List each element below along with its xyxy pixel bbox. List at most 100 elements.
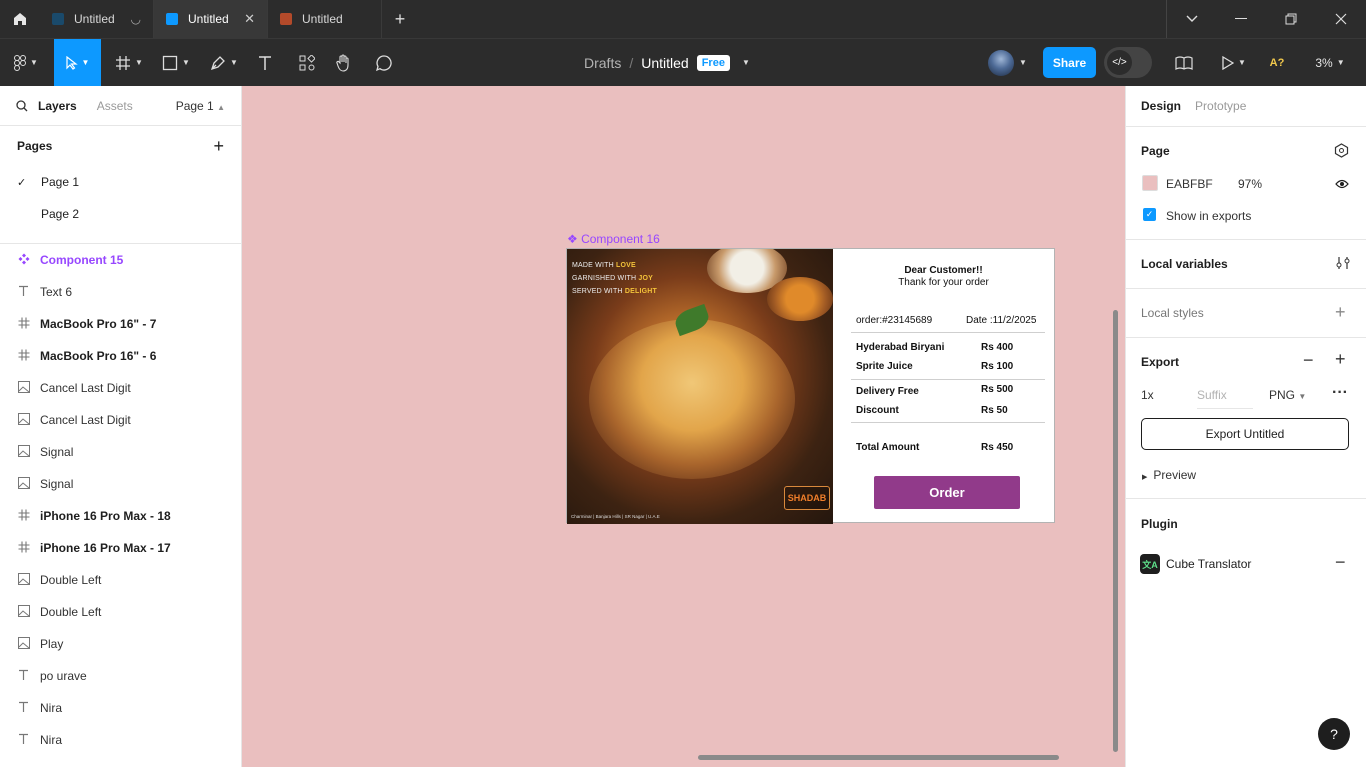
- add-page-icon[interactable]: +: [213, 136, 224, 157]
- more-options-icon[interactable]: ···: [1332, 384, 1348, 402]
- chevron-down-icon: ▼: [182, 58, 190, 67]
- export-heading: Export: [1141, 355, 1180, 369]
- layer-item[interactable]: Double Left: [0, 596, 241, 628]
- present-button[interactable]: ▼: [1218, 39, 1250, 86]
- canvas[interactable]: ❖ Component 16 MADE WITH LOVE GARNISHED …: [242, 86, 1125, 767]
- resources-icon: [299, 54, 315, 70]
- move-tool-button[interactable]: ▼: [54, 39, 101, 86]
- main-menu-button[interactable]: ▼: [8, 39, 44, 86]
- page-opacity[interactable]: 97%: [1238, 177, 1262, 191]
- sliders-icon[interactable]: [1336, 256, 1350, 273]
- zoom-level: 3%: [1315, 55, 1333, 70]
- plugin-name[interactable]: Cube Translator: [1166, 557, 1251, 571]
- page-selector[interactable]: Page 1 ▲: [176, 99, 225, 113]
- layer-item[interactable]: Text 6: [0, 276, 241, 308]
- file-name[interactable]: Untitled: [641, 55, 688, 71]
- layer-item[interactable]: iPhone 16 Pro Max - 18: [0, 500, 241, 532]
- add-style-icon[interactable]: +: [1335, 302, 1346, 323]
- search-icon[interactable]: [16, 99, 28, 112]
- cube-translator-icon: 文A: [1140, 554, 1160, 574]
- tab-assets[interactable]: Assets: [97, 99, 133, 113]
- layer-name: Signal: [40, 477, 74, 491]
- chevron-down-icon: ▼: [135, 58, 143, 67]
- page-item-label: Page 1: [41, 175, 80, 189]
- total-label: Total Amount: [856, 442, 920, 453]
- layer-item[interactable]: Double Left: [0, 564, 241, 596]
- file-tab-2[interactable]: Untitled ✕: [154, 0, 268, 38]
- layer-item[interactable]: Nira: [0, 692, 241, 724]
- pen-icon: [211, 55, 225, 70]
- restore-button[interactable]: [1266, 0, 1316, 38]
- receipt-component[interactable]: MADE WITH LOVE GARNISHED WITH JOY SERVED…: [566, 248, 1055, 524]
- tabs-dropdown-button[interactable]: [1166, 0, 1216, 38]
- tab-layers[interactable]: Layers: [38, 99, 77, 113]
- local-variables-heading[interactable]: Local variables: [1141, 257, 1228, 271]
- home-button[interactable]: [0, 0, 40, 38]
- page-item-label: Page 2: [41, 207, 80, 221]
- pages-header: Pages +: [0, 126, 241, 166]
- drafts-link[interactable]: Drafts: [584, 55, 621, 71]
- page-color-swatch[interactable]: [1142, 175, 1158, 191]
- vertical-scrollbar[interactable]: [1113, 310, 1118, 752]
- comment-tool-button[interactable]: [373, 39, 395, 86]
- page-item-1[interactable]: ✓ Page 1: [0, 166, 241, 198]
- page-item-2[interactable]: Page 2: [0, 198, 241, 230]
- export-suffix-input[interactable]: Suffix: [1197, 388, 1253, 409]
- horizontal-scrollbar[interactable]: [698, 755, 1059, 760]
- layer-item[interactable]: Cancel Last Digit: [0, 404, 241, 436]
- layer-item[interactable]: Play: [0, 628, 241, 660]
- file-tab-3[interactable]: Untitled: [268, 0, 382, 38]
- dev-mode-toggle[interactable]: </>: [1104, 47, 1152, 78]
- layer-item[interactable]: Cancel Last Digit: [0, 372, 241, 404]
- new-tab-button[interactable]: +: [382, 0, 418, 38]
- export-format-select[interactable]: PNG ▼: [1269, 388, 1306, 402]
- plan-badge[interactable]: Free: [696, 54, 730, 71]
- home-icon: [14, 13, 26, 25]
- layer-item[interactable]: Component 15: [0, 244, 241, 276]
- layer-item[interactable]: Signal: [0, 468, 241, 500]
- close-window-button[interactable]: [1316, 0, 1366, 38]
- help-button[interactable]: ?: [1318, 718, 1350, 750]
- tab-design[interactable]: Design: [1141, 99, 1181, 113]
- chevron-down-icon[interactable]: ▼: [742, 58, 750, 67]
- file-tab-1[interactable]: Untitled ◡: [40, 0, 154, 38]
- library-button[interactable]: [1172, 39, 1196, 86]
- avatar[interactable]: [988, 50, 1014, 76]
- preview-toggle[interactable]: ▶ Preview: [1142, 468, 1196, 482]
- chevron-down-icon[interactable]: ▼: [1019, 58, 1027, 67]
- resources-tool-button[interactable]: [296, 39, 318, 86]
- remove-plugin-icon[interactable]: −: [1335, 552, 1346, 573]
- image-icon: [18, 572, 40, 588]
- show-in-exports-checkbox[interactable]: ✓: [1143, 208, 1156, 221]
- item-2-price: Rs 100: [981, 361, 1014, 372]
- hand-tool-button[interactable]: [333, 39, 355, 86]
- layer-item[interactable]: iPhone 16 Pro Max - 17: [0, 532, 241, 564]
- minimize-button[interactable]: [1216, 0, 1266, 38]
- order-button[interactable]: Order: [874, 476, 1020, 509]
- hexagon-icon[interactable]: [1334, 143, 1349, 161]
- shape-tool-button[interactable]: ▼: [159, 39, 193, 86]
- layer-item[interactable]: Nira: [0, 724, 241, 756]
- layer-item[interactable]: Signal: [0, 436, 241, 468]
- close-tab-icon[interactable]: ✕: [244, 11, 255, 27]
- frame-tool-button[interactable]: ▼: [112, 39, 146, 86]
- component-label[interactable]: ❖ Component 16: [567, 232, 660, 246]
- eye-icon[interactable]: [1335, 176, 1349, 192]
- share-button[interactable]: Share: [1043, 47, 1096, 78]
- layer-item[interactable]: po urave: [0, 660, 241, 692]
- tab-prototype[interactable]: Prototype: [1195, 99, 1246, 113]
- remove-export-icon[interactable]: −: [1303, 350, 1314, 371]
- add-export-icon[interactable]: +: [1335, 349, 1346, 370]
- zoom-menu[interactable]: 3% ▼: [1310, 39, 1350, 86]
- page-color-hex[interactable]: EABFBF: [1166, 177, 1213, 191]
- layer-item[interactable]: MacBook Pro 16" - 7: [0, 308, 241, 340]
- chevron-down-icon: ▼: [1238, 58, 1246, 67]
- export-scale[interactable]: 1x: [1141, 388, 1154, 402]
- text-tool-button[interactable]: [254, 39, 276, 86]
- minimize-icon: [1235, 18, 1247, 19]
- layer-item[interactable]: MacBook Pro 16" - 6: [0, 340, 241, 372]
- ai-button[interactable]: A?: [1266, 39, 1288, 86]
- page-selector-label: Page 1: [175, 98, 214, 113]
- export-button[interactable]: Export Untitled: [1141, 418, 1349, 450]
- pen-tool-button[interactable]: ▼: [206, 39, 242, 86]
